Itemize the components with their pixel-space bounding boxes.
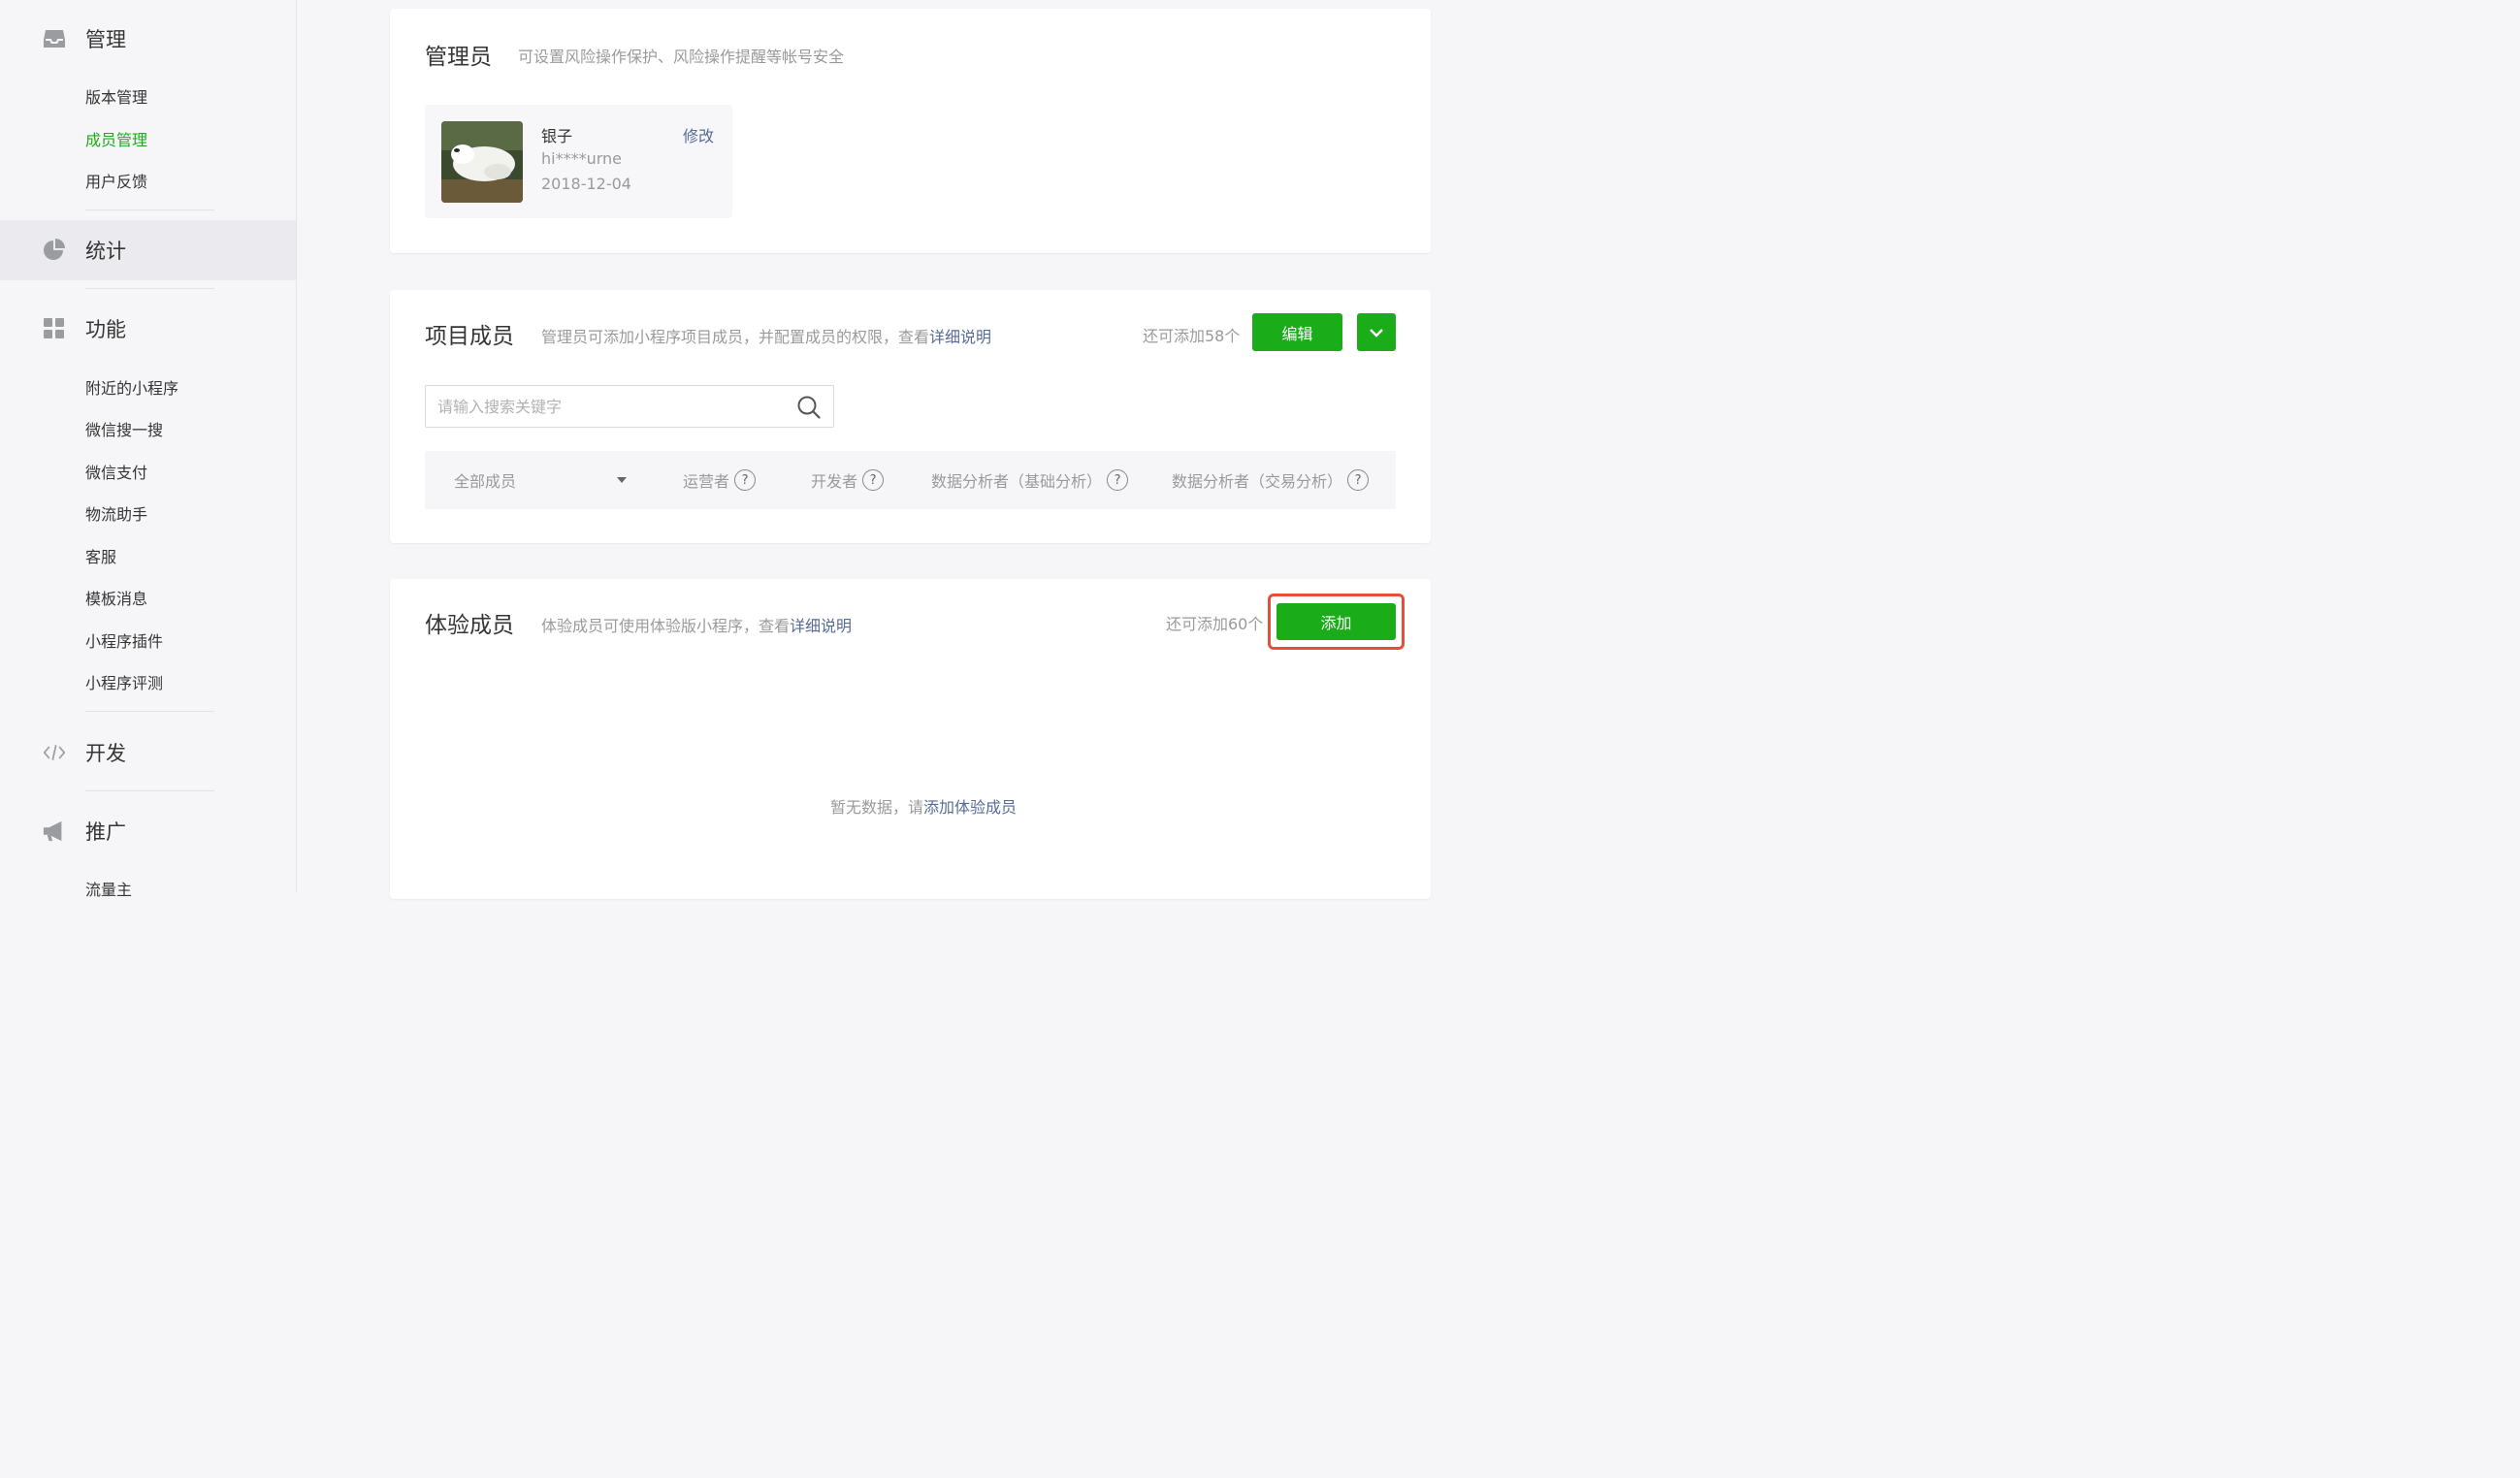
remaining-count: 还可添加60个 <box>1166 615 1264 633</box>
filter-label: 全部成员 <box>454 472 517 491</box>
role-operator: 运营者? <box>683 451 757 509</box>
role-filter-bar: 全部成员 运营者? 开发者? 数据分析者（基础分析）? 数据分析者（交易分析）? <box>425 451 1396 509</box>
card-title: 管理员 <box>425 45 492 70</box>
dropdown-toggle-button[interactable] <box>1357 313 1396 351</box>
search-field[interactable] <box>425 385 834 428</box>
sidebar-item-nearby[interactable]: 附近的小程序 <box>85 375 178 399</box>
avatar <box>441 121 523 203</box>
sidebar-item-service[interactable]: 客服 <box>85 544 116 567</box>
member-filter-select[interactable]: 全部成员 <box>454 451 516 509</box>
nav-group-stats[interactable]: 统计 <box>0 220 296 280</box>
admin-name: 银子 <box>541 127 573 145</box>
search-input[interactable] <box>437 386 787 427</box>
card-desc: 体验成员可使用体验版小程序，查看详细说明 <box>541 613 852 636</box>
help-icon[interactable]: ? <box>1107 469 1129 491</box>
role-analyst-trade: 数据分析者（交易分析）? <box>1172 451 1370 509</box>
role-label: 运营者 <box>683 472 730 491</box>
nav-group-label: 功能 <box>85 318 126 341</box>
add-trial-member-link[interactable]: 添加体验成员 <box>923 798 1017 817</box>
sidebar-item-pay[interactable]: 微信支付 <box>85 460 147 483</box>
empty-text: 暂无数据，请 <box>829 798 923 817</box>
project-members-card: 项目成员 管理员可添加小程序项目成员，并配置成员的权限，查看详细说明 还可添加5… <box>390 290 1431 543</box>
admin-id: hi****urne <box>541 149 623 168</box>
sidebar-item-template[interactable]: 模板消息 <box>85 586 147 609</box>
nav-group-label: 统计 <box>85 240 126 263</box>
add-trial-member-button[interactable]: 添加 <box>1276 603 1396 640</box>
sidebar-item-search[interactable]: 微信搜一搜 <box>85 417 163 440</box>
nav-group-features[interactable]: 功能 <box>0 299 296 359</box>
admin-date: 2018-12-04 <box>541 175 631 193</box>
remaining-count: 还可添加58个 <box>1143 327 1241 345</box>
nav-group-label: 开发 <box>85 742 126 765</box>
card-title: 体验成员 <box>425 613 514 638</box>
divider <box>85 288 214 289</box>
nav-group-dev[interactable]: 开发 <box>0 723 296 783</box>
nav-group-label: 推广 <box>85 820 126 844</box>
divider <box>85 209 214 210</box>
sidebar-item-feedback[interactable]: 用户反馈 <box>85 169 147 192</box>
details-link[interactable]: 详细说明 <box>929 328 991 346</box>
help-icon[interactable]: ? <box>734 469 757 491</box>
details-link[interactable]: 详细说明 <box>790 617 852 635</box>
role-label: 数据分析者（基础分析） <box>931 472 1103 491</box>
desc-text: 管理员可添加小程序项目成员，并配置成员的权限，查看 <box>541 328 930 346</box>
sidebar-item-logistics[interactable]: 物流助手 <box>85 501 147 525</box>
divider <box>85 790 214 791</box>
sidebar-item-plugin[interactable]: 小程序插件 <box>85 628 163 652</box>
help-icon[interactable]: ? <box>1347 469 1370 491</box>
nav-group-promote[interactable]: 推广 <box>0 801 296 861</box>
grid-icon <box>43 317 66 340</box>
divider <box>85 711 214 712</box>
nav-group-manage[interactable]: 管理 <box>0 9 296 69</box>
edit-button[interactable]: 编辑 <box>1252 313 1342 351</box>
inbox-icon <box>43 27 66 50</box>
role-label: 开发者 <box>811 472 858 491</box>
help-icon[interactable]: ? <box>862 469 885 491</box>
megaphone-icon <box>43 819 66 843</box>
card-desc: 管理员可添加小程序项目成员，并配置成员的权限，查看详细说明 <box>541 324 991 347</box>
sidebar-item-version[interactable]: 版本管理 <box>85 84 147 108</box>
edit-admin-link[interactable]: 修改 <box>683 123 714 146</box>
card-desc: 可设置风险操作保护、风险操作提醒等帐号安全 <box>518 48 845 66</box>
sidebar-item-members[interactable]: 成员管理 <box>85 127 147 150</box>
sidebar-item-evaluate[interactable]: 小程序评测 <box>85 670 163 693</box>
sidebar-item-traffic[interactable]: 流量主 <box>85 877 132 900</box>
code-icon <box>43 741 66 764</box>
role-analyst-basic: 数据分析者（基础分析）? <box>931 451 1129 509</box>
admin-profile: 银子 hi****urne 2018-12-04 修改 <box>425 105 732 218</box>
admin-card: 管理员 可设置风险操作保护、风险操作提醒等帐号安全 银子 hi****urne … <box>390 9 1431 253</box>
pie-chart-icon <box>43 239 66 262</box>
card-title: 项目成员 <box>425 324 514 349</box>
role-label: 数据分析者（交易分析） <box>1172 472 1343 491</box>
empty-state: 暂无数据，请添加体验成员 <box>390 794 1457 818</box>
caret-down-icon[interactable] <box>617 477 627 483</box>
chevron-down-icon <box>1370 328 1383 337</box>
nav-group-label: 管理 <box>85 28 126 51</box>
search-icon[interactable] <box>796 395 822 420</box>
sidebar: 管理 版本管理 成员管理 用户反馈 统计 功能 附近的小程序 微信搜一搜 微信支… <box>0 0 297 899</box>
role-developer: 开发者? <box>811 451 885 509</box>
desc-text: 体验成员可使用体验版小程序，查看 <box>541 617 791 635</box>
trial-members-card: 体验成员 体验成员可使用体验版小程序，查看详细说明 还可添加60个 添加 暂无数… <box>390 579 1431 899</box>
